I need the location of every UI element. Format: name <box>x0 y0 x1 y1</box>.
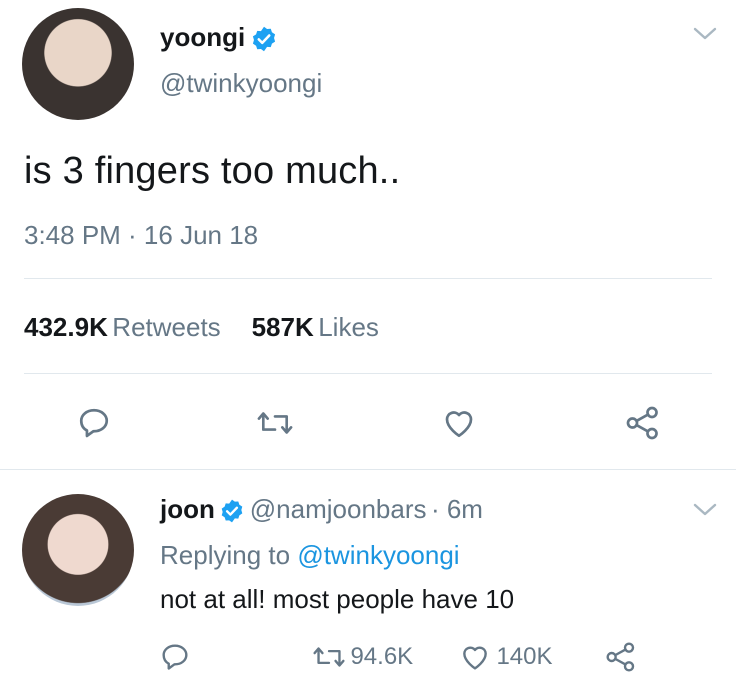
reply-text: not at all! most people have 10 <box>160 584 515 614</box>
reply-button[interactable] <box>76 405 112 446</box>
reply-like-button[interactable]: 140K <box>458 641 553 673</box>
reply-retweet-count: 94.6K <box>350 643 414 670</box>
replying-prefix: Replying to <box>160 540 291 570</box>
tweet-stats: 432.9K Retweets 587K Likes <box>24 312 379 343</box>
retweet-icon <box>313 647 345 667</box>
verified-badge-icon <box>219 498 245 529</box>
likes-stat[interactable]: 587K Likes <box>252 312 379 342</box>
reply-share-button[interactable] <box>604 641 638 678</box>
likes-label: Likes <box>318 312 379 342</box>
tweet-author[interactable]: yoongi <box>160 22 278 58</box>
heart-icon <box>445 411 473 438</box>
retweet-icon <box>257 412 293 434</box>
heart-icon <box>463 646 487 670</box>
display-name[interactable]: yoongi <box>160 22 245 52</box>
divider <box>24 373 712 374</box>
reply-like-count: 140K <box>496 643 553 670</box>
reply-icon <box>162 644 188 670</box>
divider <box>0 469 736 470</box>
reply-header: joon @namjoonbars · 6m <box>160 494 483 529</box>
chevron-down-icon[interactable] <box>692 26 718 47</box>
replying-handle-link[interactable]: @twinkyoongi <box>297 540 459 570</box>
tweet-text: is 3 fingers too much.. <box>24 150 401 192</box>
retweets-label: Retweets <box>112 312 221 342</box>
replying-to: Replying to @twinkyoongi <box>160 540 460 571</box>
chevron-down-icon[interactable] <box>692 502 718 523</box>
reply-handle[interactable]: @namjoonbars <box>250 494 427 524</box>
reply-reply-button[interactable] <box>158 641 192 678</box>
share-button[interactable] <box>624 405 662 446</box>
reply-avatar[interactable] <box>22 494 134 606</box>
like-button[interactable] <box>440 405 478 446</box>
verified-badge-icon <box>250 25 278 58</box>
share-icon <box>626 406 658 440</box>
share-icon <box>606 642 635 672</box>
retweets-stat[interactable]: 432.9K Retweets <box>24 312 225 342</box>
retweets-count: 432.9K <box>24 312 108 342</box>
retweet-button[interactable] <box>256 405 294 446</box>
handle[interactable]: @twinkyoongi <box>160 68 322 99</box>
likes-count: 587K <box>251 312 314 342</box>
avatar[interactable] <box>22 8 134 120</box>
reply-retweet-button[interactable]: 94.6K <box>312 641 413 673</box>
reply-time[interactable]: · 6m <box>431 494 483 524</box>
reply-display-name[interactable]: joon <box>160 494 215 524</box>
timestamp[interactable]: 3:48 PM · 16 Jun 18 <box>24 220 258 251</box>
divider <box>24 278 712 279</box>
reply-icon <box>79 408 109 438</box>
